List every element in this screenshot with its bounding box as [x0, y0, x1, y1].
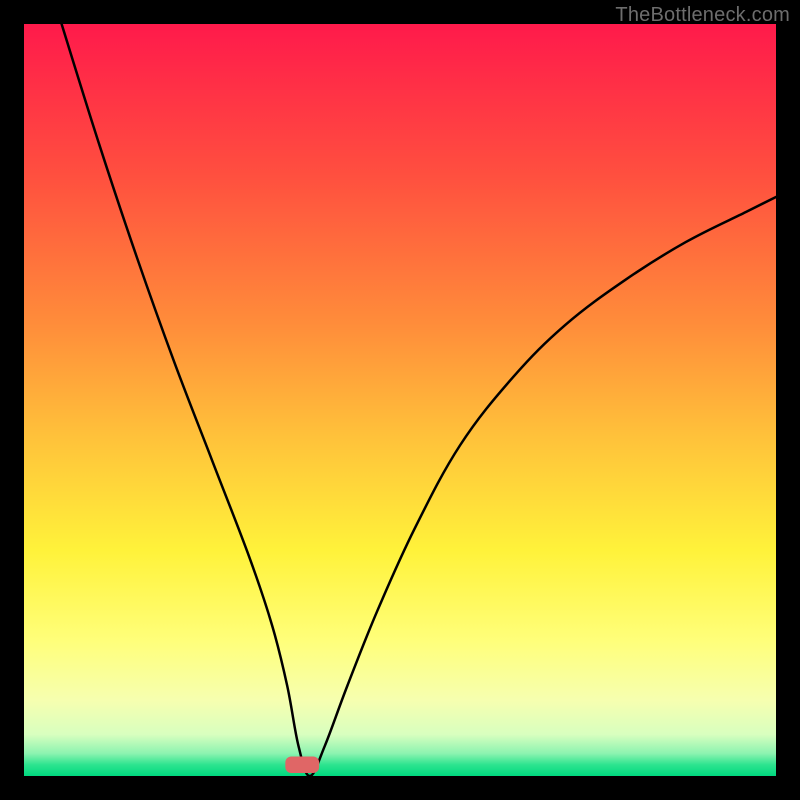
- optimal-marker: [285, 756, 319, 773]
- bottleneck-chart: [24, 24, 776, 776]
- chart-frame: [24, 24, 776, 776]
- gradient-background: [24, 24, 776, 776]
- watermark-text: TheBottleneck.com: [615, 4, 790, 27]
